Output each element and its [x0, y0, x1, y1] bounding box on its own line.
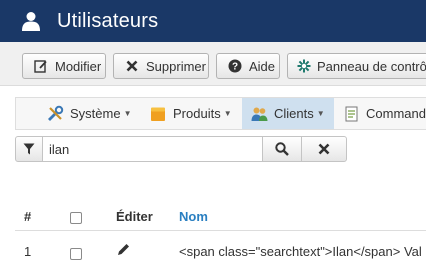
row-number: 1: [24, 244, 32, 259]
table-header-divider: [15, 230, 426, 231]
box-icon: [149, 105, 167, 123]
filter-icon: [23, 143, 35, 155]
close-icon: [124, 58, 140, 74]
edit-icon: [33, 58, 49, 74]
column-header-edit: Éditer: [116, 209, 153, 224]
user-icon: [22, 10, 42, 32]
help-button[interactable]: ? Aide: [216, 53, 280, 79]
control-panel-button[interactable]: Panneau de contrôle: [287, 53, 426, 79]
tools-icon: [46, 105, 64, 123]
menu-item-clients-label: Clients: [274, 106, 314, 121]
help-icon: ?: [227, 58, 243, 74]
menu-item-systeme-label: Système: [70, 106, 121, 121]
menu-item-commandes-label: Command: [366, 106, 426, 121]
close-icon: [318, 143, 330, 155]
select-all-checkbox[interactable]: [70, 212, 82, 224]
help-label: Aide: [249, 58, 276, 74]
search-button[interactable]: [262, 136, 302, 162]
page-title: Utilisateurs: [57, 9, 159, 32]
modify-label: Modifier: [55, 58, 102, 74]
menu-item-produits-label: Produits: [173, 106, 221, 121]
page-header: Utilisateurs: [0, 0, 426, 42]
pencil-icon[interactable]: [117, 243, 130, 256]
users-icon: [250, 105, 268, 123]
chevron-down-icon: ▼: [316, 109, 325, 118]
column-header-name[interactable]: Nom: [179, 209, 208, 224]
row-checkbox[interactable]: [70, 248, 82, 260]
menu-item-produits[interactable]: Produits ▼: [143, 98, 241, 129]
menu-item-systeme[interactable]: Système ▼: [43, 98, 139, 129]
menu-item-commandes[interactable]: Command: [335, 98, 426, 129]
orders-icon: [343, 105, 360, 123]
modify-button[interactable]: Modifier: [22, 53, 106, 79]
column-header-number[interactable]: #: [24, 209, 31, 224]
search-icon: [275, 142, 289, 156]
clear-search-button[interactable]: [301, 136, 347, 162]
filter-toggle-button[interactable]: [15, 136, 43, 162]
delete-label: Supprimer: [146, 58, 206, 74]
chevron-down-icon: ▼: [123, 109, 132, 118]
svg-text:?: ?: [232, 62, 238, 73]
search-input[interactable]: [42, 136, 263, 162]
menu-item-clients[interactable]: Clients ▼: [242, 98, 334, 129]
chevron-down-icon: ▼: [223, 109, 232, 118]
gear-icon: [297, 58, 311, 74]
row-name[interactable]: <span class="searchtext">Ilan</span> Val: [179, 244, 422, 259]
delete-button[interactable]: Supprimer: [113, 53, 209, 79]
control-panel-label: Panneau de contrôle: [317, 58, 426, 74]
